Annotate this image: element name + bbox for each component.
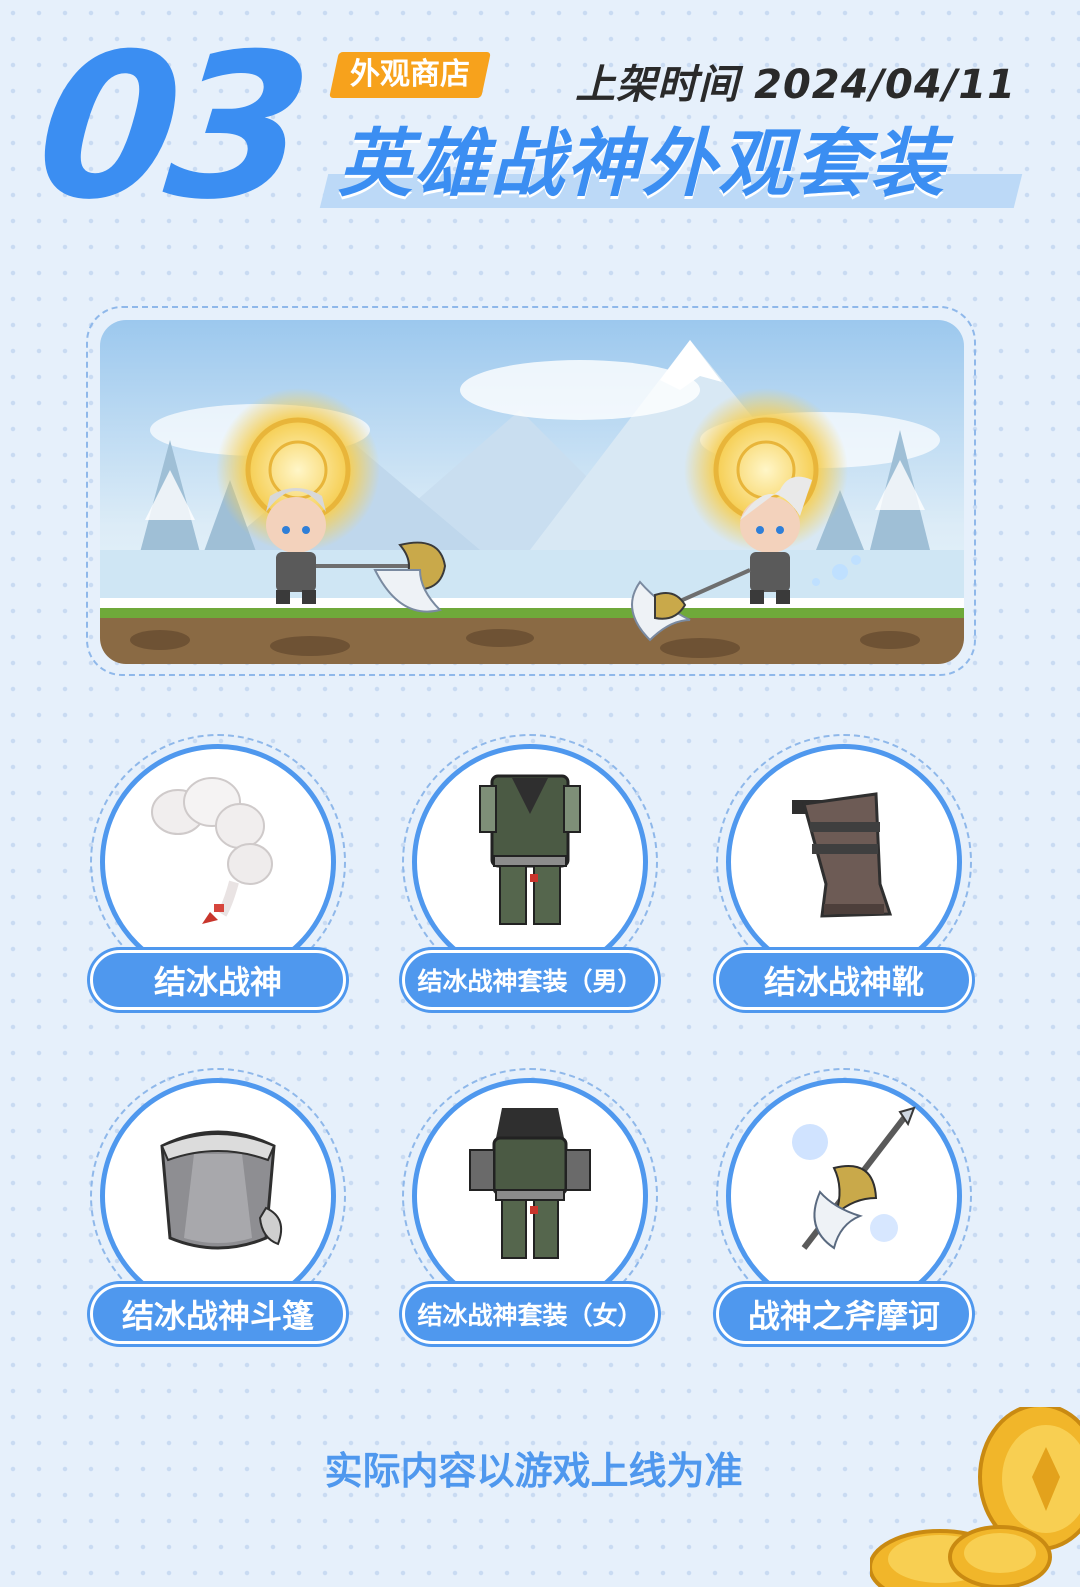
female-outfit-icon (469, 1108, 591, 1259)
release-time: 上架时间 2024/04/11 (575, 62, 1016, 108)
item-card[interactable]: 结冰战神 (90, 734, 346, 1014)
item-label-pill: 结冰战神 (90, 950, 346, 1010)
page-title: 英雄战神外观套装 (338, 121, 946, 207)
item-label-pill: 战神之斧摩诃 (716, 1284, 972, 1344)
item-label-pill: 结冰战神套装（女） (402, 1284, 658, 1344)
male-outfit-icon (479, 774, 581, 925)
item-card[interactable]: 结冰战神套装（女） (402, 1068, 658, 1348)
snow-cloud-icon (151, 777, 273, 924)
item-card[interactable]: 结冰战神靴 (716, 734, 972, 1014)
polearm-icon (792, 1106, 916, 1250)
gold-coins-icon (870, 1407, 1080, 1587)
section-number: 03 (27, 11, 311, 244)
item-card[interactable]: 结冰战神斗篷 (90, 1068, 346, 1348)
cape-icon (160, 1130, 282, 1250)
item-label-pill: 结冰战神靴 (716, 950, 972, 1010)
shop-tag-badge: 外观商店 (329, 52, 491, 98)
preview-banner-image (100, 320, 964, 664)
item-label-pill: 结冰战神斗篷 (90, 1284, 346, 1344)
item-card[interactable]: 战神之斧摩诃 (716, 1068, 972, 1348)
boots-icon (792, 792, 893, 918)
item-card[interactable]: 结冰战神套装（男） (402, 734, 658, 1014)
shop-tag-label: 外观商店 (350, 57, 470, 92)
item-label-pill: 结冰战神套装（男） (402, 950, 658, 1010)
